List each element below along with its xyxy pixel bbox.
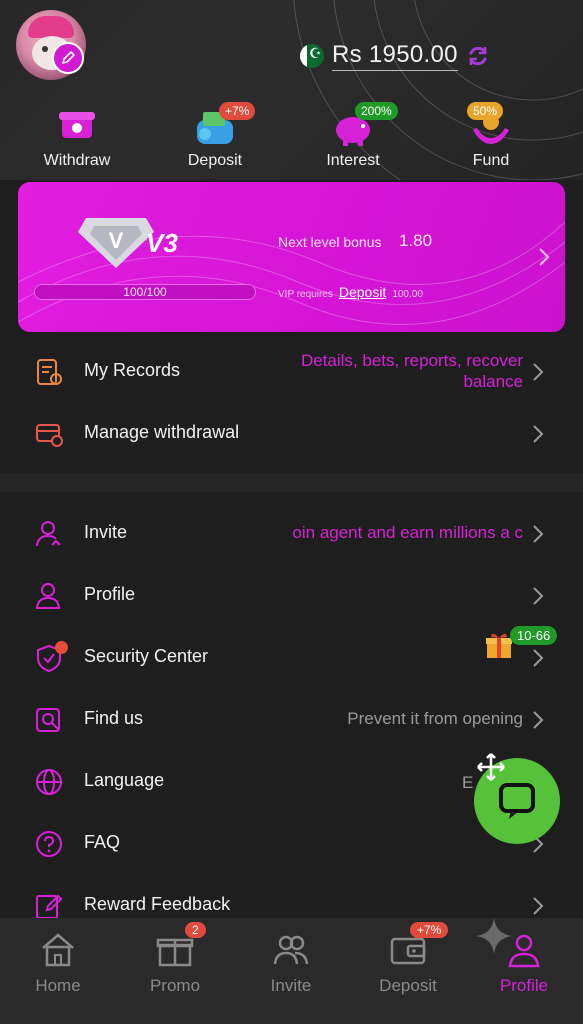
invite-detail: oin agent and earn millions a c [292,523,523,542]
menu-item-find-us[interactable]: Find us Prevent it from opening [0,688,583,750]
my-records-detail: Details, bets, reports, recover balance [300,351,523,391]
menu-item-manage-withdrawal[interactable]: Manage withdrawal [0,402,583,464]
quick-withdraw[interactable]: Withdraw [22,104,132,170]
gift-badge: 10-66 [510,626,558,645]
quick-actions: Withdraw +7% Deposit 200% Interest 50% F… [0,102,583,176]
invite-user-icon [36,521,61,547]
feedback-edit-icon [36,894,63,919]
users-icon [273,935,309,965]
home-icon [42,933,74,967]
tab-promo[interactable]: 2 Promo [125,922,225,996]
section-divider [0,474,583,492]
tab-home[interactable]: Home [8,930,108,996]
fund-badge: 50% [467,102,504,120]
promo-badge: 2 [185,922,206,938]
quick-deposit[interactable]: +7% Deposit [160,102,270,170]
chat-bubble-icon [499,783,535,819]
find-us-icon [36,708,60,732]
edit-avatar-button[interactable] [52,42,84,74]
deposit-tab-badge: +7% [410,922,449,938]
quick-fund[interactable]: 50% Fund [436,102,546,170]
vip-progress-bar: 100/100 [34,284,256,300]
chevron-right-icon [533,587,544,605]
tab-invite[interactable]: Invite [241,930,341,996]
withdraw-icon [59,112,95,138]
next-level-bonus-label: Next level bonus [278,234,382,250]
globe-icon [36,769,62,795]
chevron-right-icon [539,248,550,266]
chevron-right-icon [533,525,544,543]
chevron-right-icon [533,897,544,915]
balance-display: Rs 1950.00 [300,41,490,71]
chevron-right-icon [533,363,544,381]
records-icon [37,359,62,385]
vip-badge-icon: V [78,218,154,268]
vip-level: V3 [146,228,178,258]
interest-badge: 200% [355,102,398,120]
balance-amount: Rs 1950.00 [332,41,458,71]
question-icon [36,831,62,857]
pencil-icon [62,51,75,64]
tab-deposit[interactable]: +7% Deposit [358,922,458,996]
records-group: My Records Details, bets, reports, recov… [0,340,583,464]
move-drag-icon[interactable] [476,752,506,782]
menu-item-invite[interactable]: Invite oin agent and earn millions a c [0,502,583,564]
withdrawal-card-icon [36,424,63,447]
language-value: E [462,773,474,792]
chevron-right-icon [533,425,544,443]
vip-requires-label: VIP requires [278,289,333,300]
quick-interest[interactable]: 200% Interest [298,102,408,170]
menu-item-profile[interactable]: Profile [0,564,583,626]
vip-card[interactable]: V V3 100/100 Next level bonus 1.80 VIP r… [18,182,565,332]
deposit-badge: +7% [219,102,256,120]
vip-requires-value: 100.00 [392,289,423,300]
chevron-right-icon [533,649,544,667]
notification-dot [55,641,68,654]
settings-menu: Invite oin agent and earn millions a c P… [0,502,583,936]
vip-progress-text: 100/100 [123,285,167,299]
chevron-right-icon [533,711,544,729]
sparkle-icon [476,918,512,954]
profile-user-icon [35,583,61,609]
vip-deposit-link[interactable]: Deposit [339,284,386,300]
svg-text:V: V [109,228,124,253]
menu-item-my-records[interactable]: My Records Details, bets, reports, recov… [0,340,583,402]
next-level-bonus-value: 1.80 [399,231,433,250]
refresh-icon[interactable] [466,44,490,68]
pakistan-flag-icon [300,44,324,68]
vip-requirement: VIP requires Deposit 100.00 [278,284,423,300]
find-us-detail: Prevent it from opening [347,709,523,728]
